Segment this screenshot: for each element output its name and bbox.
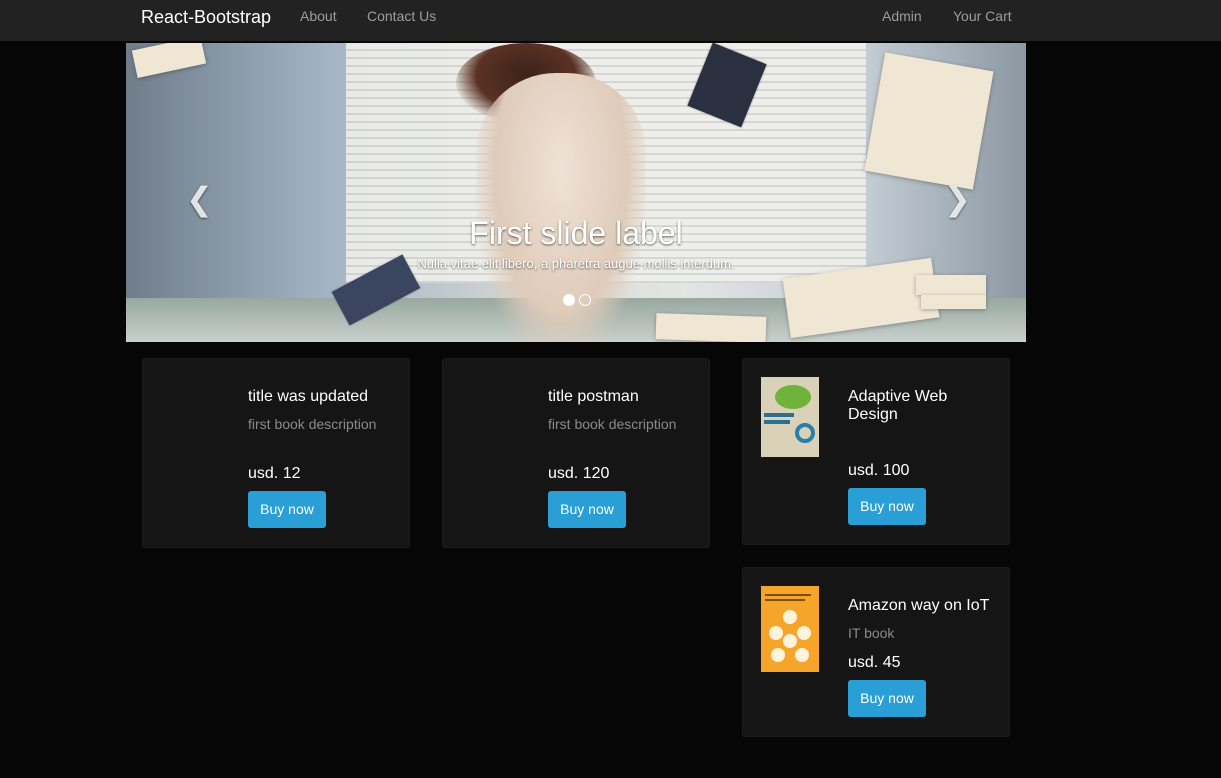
book-cover-image [761,586,819,672]
carousel: ❮ ❯ First slide label Nulla vitae elit l… [126,43,1026,342]
carousel-prev-chevron-left-icon[interactable]: ❮ [186,183,213,215]
product-title: title was updated [248,388,369,405]
buy-now-button[interactable]: Buy now [848,488,926,525]
product-description: IT book [848,625,895,641]
carousel-next-chevron-right-icon[interactable]: ❯ [944,183,971,215]
book-stack-2 [921,295,986,309]
buy-now-button[interactable]: Buy now [248,491,326,528]
buy-now-button[interactable]: Buy now [548,491,626,528]
product-price: usd. 45 [848,654,901,671]
product-title: title postman [548,388,639,405]
product-card: title postman first book description usd… [442,358,710,548]
product-price: usd. 120 [548,465,610,482]
book-stack-1 [916,275,986,295]
product-price: usd. 12 [248,465,301,482]
product-description: first book description [248,416,377,432]
product-card: Adaptive Web Design usd. 100 Buy now [742,358,1010,545]
carousel-indicator-2[interactable] [579,294,591,306]
navbar: React-Bootstrap About Contact Us Admin Y… [0,0,1221,42]
product-card: title was updated first book description… [142,358,410,548]
buy-now-button[interactable]: Buy now [848,680,926,717]
carousel-caption-title: First slide label [469,215,683,251]
nav-link-about[interactable]: About [300,8,337,24]
nav-link-your-cart[interactable]: Your Cart [953,8,1012,24]
nav-link-admin[interactable]: Admin [882,8,922,24]
nav-link-contact-us[interactable]: Contact Us [367,8,436,24]
open-book-left [131,43,207,78]
product-title: Adaptive Web Design [848,388,948,423]
carousel-caption: First slide label Nulla vitae elit liber… [126,213,1026,273]
product-description: first book description [548,416,677,432]
product-card: Amazon way on IoT IT book usd. 45 Buy no… [742,567,1010,737]
open-book-center [655,313,767,342]
open-book-right [864,52,994,190]
carousel-caption-text: Nulla vitae elit libero, a pharetra augu… [417,256,735,271]
book-cover-image [761,377,819,457]
woman-figure [476,73,646,342]
navbar-brand[interactable]: React-Bootstrap [141,7,271,27]
product-title: Amazon way on IoT [848,597,990,614]
carousel-indicator-1[interactable] [563,294,575,306]
product-price: usd. 100 [848,462,910,479]
